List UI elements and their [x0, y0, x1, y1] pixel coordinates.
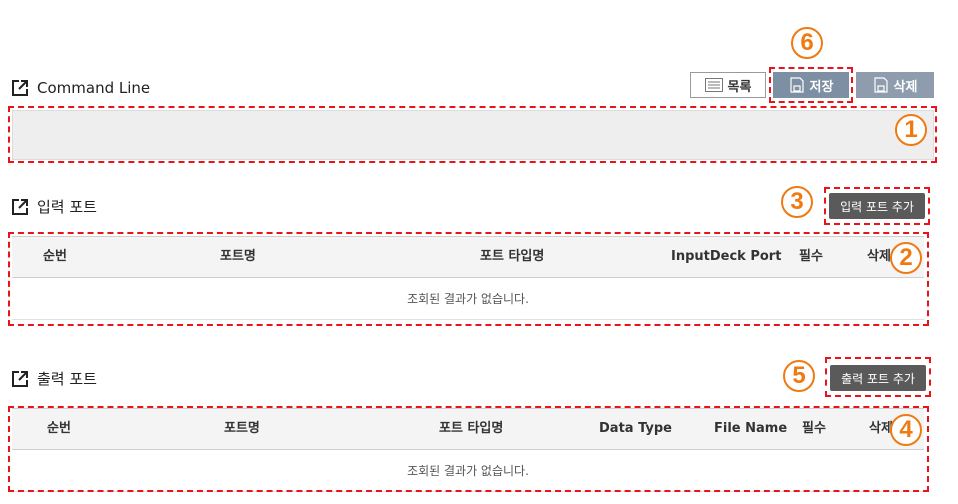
callout-1: 1: [895, 114, 927, 146]
output-ports-title: 출력 포트: [37, 370, 97, 388]
list-icon: [704, 78, 723, 92]
delete-button[interactable]: 삭제: [856, 72, 934, 98]
delete-button-label: 삭제: [893, 79, 918, 95]
callout-5: 5: [783, 360, 815, 392]
input-ports-title: 입력 포트: [37, 198, 97, 216]
delete-icon: [873, 77, 888, 93]
list-button[interactable]: 목록: [690, 72, 766, 98]
input-ports-table-highlight: [8, 232, 929, 326]
external-link-icon: [12, 80, 28, 96]
external-link-icon: [12, 198, 28, 215]
output-ports-title-row: 출력 포트: [11, 368, 97, 389]
command-line-title: Command Line: [37, 79, 151, 97]
command-line-highlight: [8, 106, 937, 163]
external-link-icon: [12, 370, 28, 387]
callout-3: 3: [781, 186, 813, 218]
callout-6: 6: [791, 27, 823, 59]
output-ports-table-highlight: [8, 406, 929, 492]
list-button-label: 목록: [727, 79, 752, 95]
add-input-port-highlight: [824, 187, 930, 225]
save-button-highlight: [769, 67, 853, 103]
callout-2: 2: [890, 242, 922, 274]
add-output-port-highlight: [825, 357, 931, 397]
input-ports-title-row: 입력 포트: [11, 196, 97, 217]
callout-4: 4: [890, 414, 922, 446]
command-line-title-row: Command Line: [11, 79, 150, 97]
